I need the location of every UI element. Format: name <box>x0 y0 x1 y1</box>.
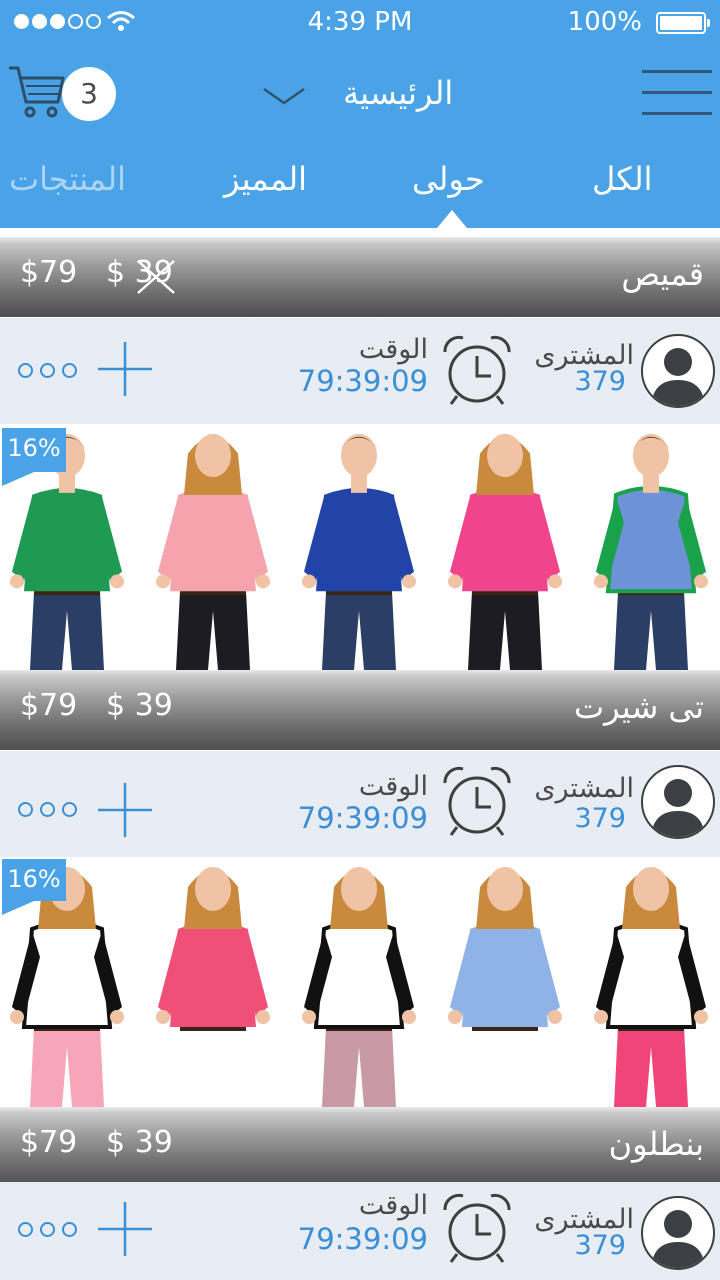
battery-icon <box>656 12 710 34</box>
product-name: تى شيرت <box>574 688 704 726</box>
product-price-bar[interactable]: قميص $79 $ 39 <box>0 237 720 317</box>
product-model-image[interactable] <box>586 857 716 1107</box>
alarm-clock-icon <box>443 335 511 405</box>
add-icon[interactable] <box>98 783 152 837</box>
more-options-icon[interactable] <box>18 363 77 378</box>
status-bar: 4:39 PM 100% <box>0 0 720 46</box>
product-info-row: المشترى 379 الوقت 79:39:09 <box>0 1182 720 1280</box>
product-name: قميص <box>621 255 704 293</box>
product-model-image[interactable] <box>294 857 424 1107</box>
product-price-bar[interactable]: تى شيرت $79 $ 39 <box>0 670 720 750</box>
menu-icon[interactable] <box>642 68 712 118</box>
tab-hawally[interactable]: حولى <box>412 160 485 198</box>
product-price: $79 <box>20 1125 78 1160</box>
product-model-image[interactable] <box>440 424 570 670</box>
user-avatar-icon <box>641 1196 715 1270</box>
product-model-image[interactable] <box>586 424 716 670</box>
time-label: الوقت <box>358 334 428 365</box>
tab-products[interactable]: المنتجات <box>9 160 126 198</box>
product-price: $79 <box>20 688 78 723</box>
product-price-bar[interactable]: بنطلون $79 $ 39 <box>0 1107 720 1187</box>
discount-badge: 16% <box>2 859 66 915</box>
cart-icon[interactable] <box>6 62 66 122</box>
product-gallery[interactable]: 16% <box>0 857 720 1107</box>
chevron-down-icon[interactable] <box>262 86 306 106</box>
cart-count-badge[interactable]: 3 <box>62 67 116 121</box>
product-price: $79 <box>20 255 78 290</box>
battery-percent: 100% <box>567 7 642 37</box>
product-gallery[interactable]: 16% <box>0 424 720 670</box>
discount-badge: 16% <box>2 428 66 486</box>
time-label: الوقت <box>358 771 428 802</box>
time-label: الوقت <box>358 1190 428 1221</box>
buyer-count: 379 <box>574 366 626 397</box>
more-options-icon[interactable] <box>18 802 77 817</box>
user-avatar-icon <box>641 765 715 839</box>
tab-featured[interactable]: المميز <box>224 160 307 198</box>
product-model-image[interactable] <box>148 424 278 670</box>
add-icon[interactable] <box>98 1202 152 1256</box>
alarm-clock-icon <box>443 1193 511 1263</box>
strikethrough-icon <box>137 260 175 294</box>
product-model-image[interactable] <box>294 424 424 670</box>
alarm-clock-icon <box>443 766 511 836</box>
product-model-image[interactable] <box>440 857 570 1107</box>
buyer-count: 379 <box>574 803 626 834</box>
more-options-icon[interactable] <box>18 1222 77 1237</box>
category-tabs: الكل حولى المميز المنتجات <box>0 150 720 228</box>
time-remaining: 79:39:09 <box>297 1222 428 1256</box>
active-tab-indicator <box>437 210 467 228</box>
product-old-price: $ 39 <box>106 1125 173 1160</box>
time-remaining: 79:39:09 <box>297 364 428 398</box>
product-info-row: المشترى 379 الوقت 79:39:09 <box>0 318 720 424</box>
product-name: بنطلون <box>608 1125 704 1163</box>
time-remaining: 79:39:09 <box>297 801 428 835</box>
add-icon[interactable] <box>98 342 152 396</box>
product-model-image[interactable] <box>148 857 278 1107</box>
user-avatar-icon <box>641 334 715 408</box>
page-title[interactable]: الرئيسية <box>343 74 453 112</box>
product-info-row: المشترى 379 الوقت 79:39:09 <box>0 751 720 857</box>
tab-all[interactable]: الكل <box>592 160 653 198</box>
buyer-label: المشترى <box>534 773 634 804</box>
product-old-price: $ 39 <box>106 688 173 723</box>
app-header: 4:39 PM 100% 3 الرئيسية الكل حولى المميز… <box>0 0 720 228</box>
buyer-count: 379 <box>574 1230 626 1261</box>
